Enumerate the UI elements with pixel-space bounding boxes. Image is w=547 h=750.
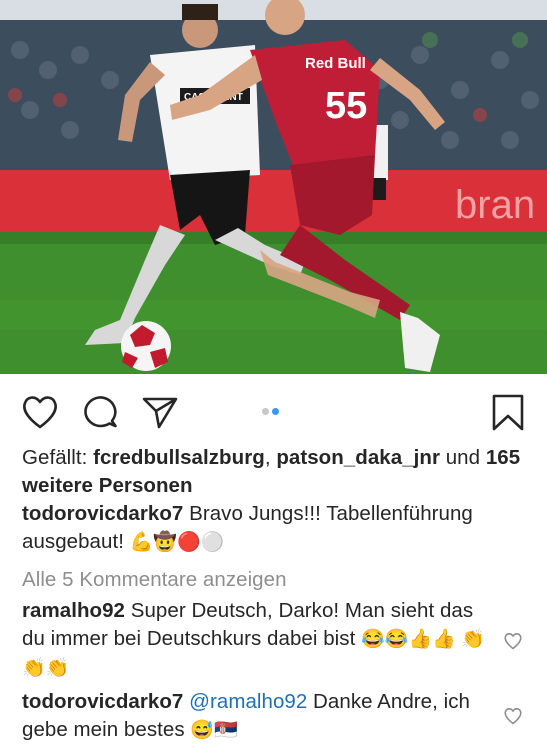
board-text: bran [455, 183, 535, 227]
bookmark-icon[interactable] [488, 392, 528, 432]
comment-username[interactable]: todorovicdarko7 [22, 690, 183, 713]
comment-like-heart-icon[interactable] [503, 706, 523, 726]
red-player-sponsor: Red Bull [305, 55, 366, 72]
liker-user-2[interactable]: patson_daka_jnr [276, 446, 440, 469]
carousel-dot-active [272, 408, 279, 415]
likes-separator: , [264, 446, 277, 469]
carousel-dots [262, 402, 282, 420]
comment-item: ramalho92 Super Deutsch, Darko! Man sieh… [22, 597, 492, 683]
heart-icon[interactable] [20, 392, 60, 432]
likes-line: Gefällt: fcredbullsalzburg, patson_daka_… [22, 444, 532, 500]
post-photo[interactable]: bran CASHPOINT Red Bull 55 [0, 0, 547, 374]
likes-prefix: Gefällt: [22, 446, 94, 469]
comment-item: todorovicdarko7 @ramalho92 Danke Andre, … [22, 688, 492, 745]
caption-emojis: 💪🤠🔴⚪ [129, 532, 225, 553]
caption: todorovicdarko7 Bravo Jungs!!! Tabellenf… [22, 500, 532, 557]
comment-mention[interactable]: @ramalho92 [189, 690, 307, 713]
caption-username[interactable]: todorovicdarko7 [22, 502, 183, 525]
send-icon[interactable] [140, 392, 180, 432]
likes-and: und [439, 446, 486, 469]
comment-username[interactable]: ramalho92 [22, 599, 125, 622]
comment-like-heart-icon[interactable] [503, 631, 523, 651]
view-all-comments-link[interactable]: Alle 5 Kommentare anzeigen [22, 566, 532, 594]
comment-emojis: 😅🇷🇸 [190, 720, 238, 741]
likes-suffix[interactable]: weitere Personen [22, 474, 193, 497]
comment-icon[interactable] [80, 392, 120, 432]
liker-user-1[interactable]: fcredbullsalzburg [93, 446, 265, 469]
likes-count[interactable]: 165 [486, 446, 520, 469]
carousel-dot [262, 408, 269, 415]
red-player-number: 55 [325, 85, 367, 127]
